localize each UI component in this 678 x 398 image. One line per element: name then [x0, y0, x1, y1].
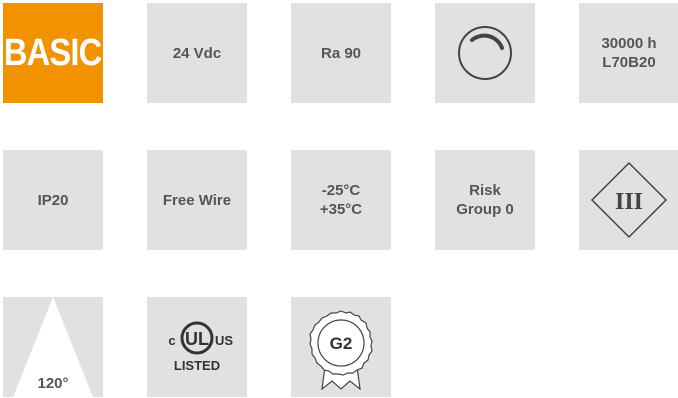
lifetime-hours: 30000 h	[601, 35, 657, 52]
ul-mark: UL	[185, 329, 209, 349]
cri-tile: Ra 90	[291, 3, 391, 103]
basic-badge: BASIC	[3, 3, 103, 103]
temperature-min: -25°C	[321, 182, 361, 199]
cri-label: Ra 90	[320, 44, 362, 62]
voltage-label: 24 Vdc	[172, 44, 222, 62]
class-iii-tile: III	[579, 150, 678, 250]
risk-group-label: Group 0	[456, 201, 514, 218]
wire-label: Free Wire	[162, 191, 232, 209]
lifetime-rating: L70B20	[602, 54, 656, 71]
class-iii-diamond-icon: III	[590, 161, 668, 239]
risk-group-tile: Risk Group 0	[435, 150, 535, 250]
temperature-tile: -25°C +35°C	[291, 150, 391, 250]
temperature-max: +35°C	[319, 201, 363, 218]
wire-tile: Free Wire	[147, 150, 247, 250]
lifetime-tile: 30000 h L70B20	[579, 3, 678, 103]
ul-listed-icon: UL c US LISTED	[168, 321, 233, 373]
beam-angle-label: 120°	[37, 375, 68, 392]
ul-listed-label: LISTED	[174, 358, 220, 373]
voltage-tile: 24 Vdc	[147, 3, 247, 103]
basic-label: BASIC	[4, 31, 103, 74]
ip-label: IP20	[37, 191, 69, 209]
dimming-tile	[435, 3, 535, 103]
beam-angle-icon: 120°	[13, 297, 93, 397]
ul-c-label: c	[168, 333, 175, 348]
rosette-icon: G2	[309, 310, 373, 391]
ul-listed-tile: UL c US LISTED	[147, 297, 247, 397]
dimming-icon	[458, 26, 512, 80]
class-iii-label: III	[615, 189, 643, 215]
energy-class-label: G2	[330, 334, 353, 353]
ip-tile: IP20	[3, 150, 103, 250]
energy-class-tile: G2	[291, 297, 391, 397]
ul-us-label: US	[215, 333, 233, 348]
beam-angle-tile: 120°	[3, 297, 103, 397]
risk-label: Risk	[469, 182, 501, 199]
